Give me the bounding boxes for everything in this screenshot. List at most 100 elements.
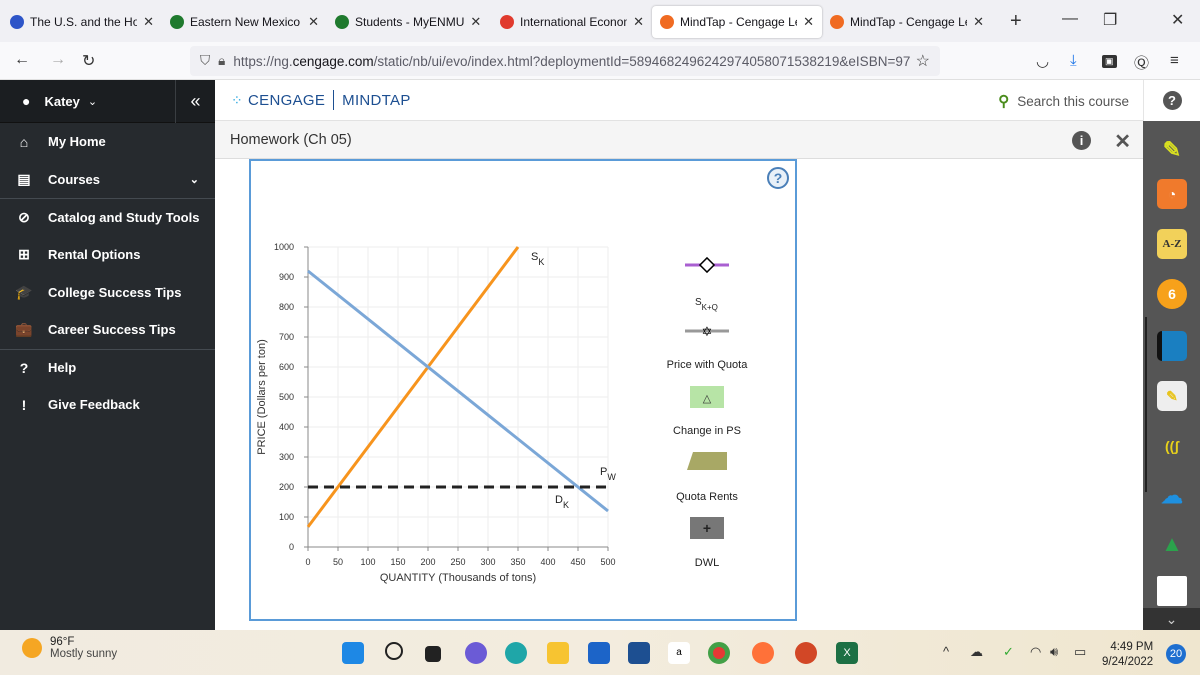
info-button[interactable]: i — [1072, 131, 1091, 150]
close-activity-button[interactable]: ✕ — [1114, 129, 1131, 154]
weather-widget[interactable]: 96°F Mostly sunny — [22, 636, 117, 660]
legend-quota-rents-shape — [687, 452, 727, 470]
browser-tab[interactable]: Eastern New Mexico U ✕ — [162, 6, 327, 38]
right-app-dock: ✎ ◔ A-Z 6 ✎ ((ʃ ☁ ▲ ⌄ — [1143, 121, 1200, 630]
pocket-icon[interactable]: ◡ — [1036, 52, 1049, 70]
extension-search-icon[interactable]: Ⓠ — [1134, 52, 1149, 73]
shield-icon: ⛉ — [200, 53, 211, 68]
sidebar-item-help[interactable]: ? Help — [0, 348, 215, 387]
wifi-icon[interactable]: ◠ — [1030, 644, 1041, 660]
microsoft-store-icon[interactable] — [628, 642, 650, 664]
aplia-icon[interactable]: 6 — [1157, 279, 1187, 309]
chevron-down-icon[interactable]: ⌄ — [190, 173, 199, 186]
google-drive-icon[interactable]: ▲ — [1157, 529, 1187, 559]
close-tab-icon[interactable]: ✕ — [143, 14, 154, 30]
sidebar-item-college-success-tips[interactable]: 🎓 College Success Tips — [0, 273, 215, 311]
mail-icon[interactable] — [588, 642, 610, 664]
courses-icon: ▤ — [17, 170, 31, 187]
tab-title: The U.S. and the Holoc — [30, 15, 138, 29]
close-tab-icon[interactable]: ✕ — [803, 14, 814, 30]
close-window-button[interactable]: ✕ — [1171, 10, 1184, 30]
browser-tab[interactable]: MindTap - Cengage Le ✕ — [652, 6, 822, 38]
volume-icon[interactable]: 🔊︎ — [1050, 644, 1058, 660]
mindtap-icon — [830, 15, 844, 29]
sidebar-item-my-home[interactable]: ⌂ My Home — [0, 123, 215, 161]
close-tab-icon[interactable]: ✕ — [470, 14, 481, 30]
file-explorer-icon[interactable] — [547, 642, 569, 664]
onedrive-icon[interactable]: ☁ — [1157, 481, 1187, 511]
tab-title: MindTap - Cengage Le — [680, 15, 798, 29]
supply-demand-chart[interactable]: 0 50 100 150 200 250 300 350 400 450 500 0 100 200 300… — [251, 161, 799, 623]
sidebar-item-give-feedback[interactable]: ! Give Feedback — [0, 386, 215, 424]
sidebar-item-label: Career Success Tips — [48, 322, 176, 338]
collapse-sidebar-button[interactable]: « — [175, 80, 215, 123]
start-icon[interactable] — [342, 642, 364, 664]
sync-check-icon[interactable]: ✓ — [1003, 644, 1014, 660]
search-taskbar-icon[interactable] — [385, 642, 403, 660]
clock[interactable]: 4:49 PM 9/24/2022 — [1102, 640, 1153, 670]
search-course-input[interactable]: ⚲ Search this course — [998, 92, 1129, 110]
y-tick-label: 200 — [279, 482, 294, 492]
content-area: ? 0 50 100 150 200 250 300 350 400 450 500 0 100 200 3… — [215, 159, 1143, 630]
bookmark-star-icon[interactable]: ☆ — [916, 51, 930, 71]
y-tick-label: 100 — [279, 512, 294, 522]
sidebar-item-catalog-and-study-tools[interactable]: ⊘ Catalog and Study Tools — [0, 198, 215, 236]
x-tick-label: 0 — [305, 557, 310, 567]
dock-scrollbar[interactable] — [1145, 317, 1147, 492]
sidebar-item-label: Give Feedback — [48, 397, 140, 413]
address-bar[interactable]: ⛉ 🔒︎ https://ng.cengage.com/static/nb/ui… — [190, 46, 940, 76]
reload-button[interactable]: ↻ — [82, 51, 95, 71]
chrome-icon[interactable] — [708, 642, 730, 664]
battery-icon[interactable]: ▭ — [1074, 644, 1086, 660]
notebook-icon[interactable]: ✎ — [1157, 381, 1187, 411]
teams-chat-icon[interactable] — [465, 642, 487, 664]
firefox-icon[interactable] — [752, 642, 774, 664]
bitwarden-icon[interactable]: ▣ — [1102, 55, 1117, 68]
user-menu[interactable]: ● Katey ⌄ « — [0, 80, 215, 123]
onedrive-tray-icon[interactable]: ☁ — [970, 644, 983, 660]
task-view-icon[interactable] — [425, 646, 441, 662]
sidebar-item-rental-options[interactable]: ⊞ Rental Options — [0, 236, 215, 274]
ebook-icon[interactable] — [1157, 331, 1187, 361]
highlighter-pencil-icon[interactable]: ✎ — [1157, 135, 1187, 165]
browser-tab[interactable]: MindTap - Cengage Le ✕ — [822, 6, 992, 38]
close-tab-icon[interactable]: ✕ — [633, 14, 644, 30]
readspeaker-icon[interactable]: ((ʃ — [1157, 431, 1187, 461]
new-tab-button[interactable]: + — [1010, 10, 1022, 33]
legend-quota-rents-label: Quota Rents — [676, 491, 738, 503]
amazon-icon[interactable]: a — [668, 642, 690, 664]
show-hidden-icons-chevron[interactable]: ^ — [943, 644, 949, 659]
activity-title: Homework (Ch 05) — [230, 131, 352, 148]
legend-diamond-icon — [698, 256, 716, 274]
y-tick-label: 500 — [279, 392, 294, 402]
powerpoint-icon[interactable] — [795, 642, 817, 664]
minimize-button[interactable]: — — [1062, 10, 1078, 28]
cengage-mindtap-logo[interactable]: ⁘ CENGAGE MINDTAP — [231, 90, 411, 110]
notification-badge[interactable]: 20 — [1166, 644, 1186, 664]
x-tick-label: 100 — [360, 557, 375, 567]
sidebar-item-label: My Home — [48, 134, 106, 150]
sidebar-item-courses[interactable]: ▤ Courses ⌄ — [0, 161, 215, 199]
excel-icon[interactable]: X — [836, 642, 858, 664]
edge-icon[interactable] — [505, 642, 527, 664]
sidebar: ● Katey ⌄ « ⌂ My Home ▤ Courses ⌄ ⊘ Catalog an… — [0, 80, 215, 630]
forward-button[interactable]: → — [50, 51, 66, 69]
dock-scroll-down-button[interactable]: ⌄ — [1143, 608, 1200, 630]
help-button[interactable]: ? — [1143, 80, 1200, 121]
notes-icon[interactable] — [1157, 576, 1187, 606]
back-button[interactable]: ← — [14, 51, 30, 69]
search-placeholder: Search this course — [1017, 93, 1129, 109]
browser-tab[interactable]: The U.S. and the Holoc ✕ — [2, 6, 162, 38]
menu-icon[interactable]: ≡ — [1170, 52, 1179, 69]
date: 9/24/2022 — [1102, 656, 1154, 668]
close-tab-icon[interactable]: ✕ — [308, 14, 319, 30]
restore-button[interactable]: ❐ — [1103, 10, 1117, 30]
browser-tab[interactable]: Students - MyENMU ✕ — [327, 6, 492, 38]
sidebar-item-career-success-tips[interactable]: 💼 Career Success Tips — [0, 311, 215, 349]
legend-ps-label: Change in PS — [673, 425, 741, 437]
rss-feed-icon[interactable]: ◔ — [1157, 179, 1187, 209]
browser-tab[interactable]: International Economic ✕ — [492, 6, 652, 38]
close-tab-icon[interactable]: ✕ — [973, 14, 984, 30]
download-icon[interactable]: ⤓ — [1070, 52, 1077, 69]
glossary-az-icon[interactable]: A-Z — [1157, 229, 1187, 259]
